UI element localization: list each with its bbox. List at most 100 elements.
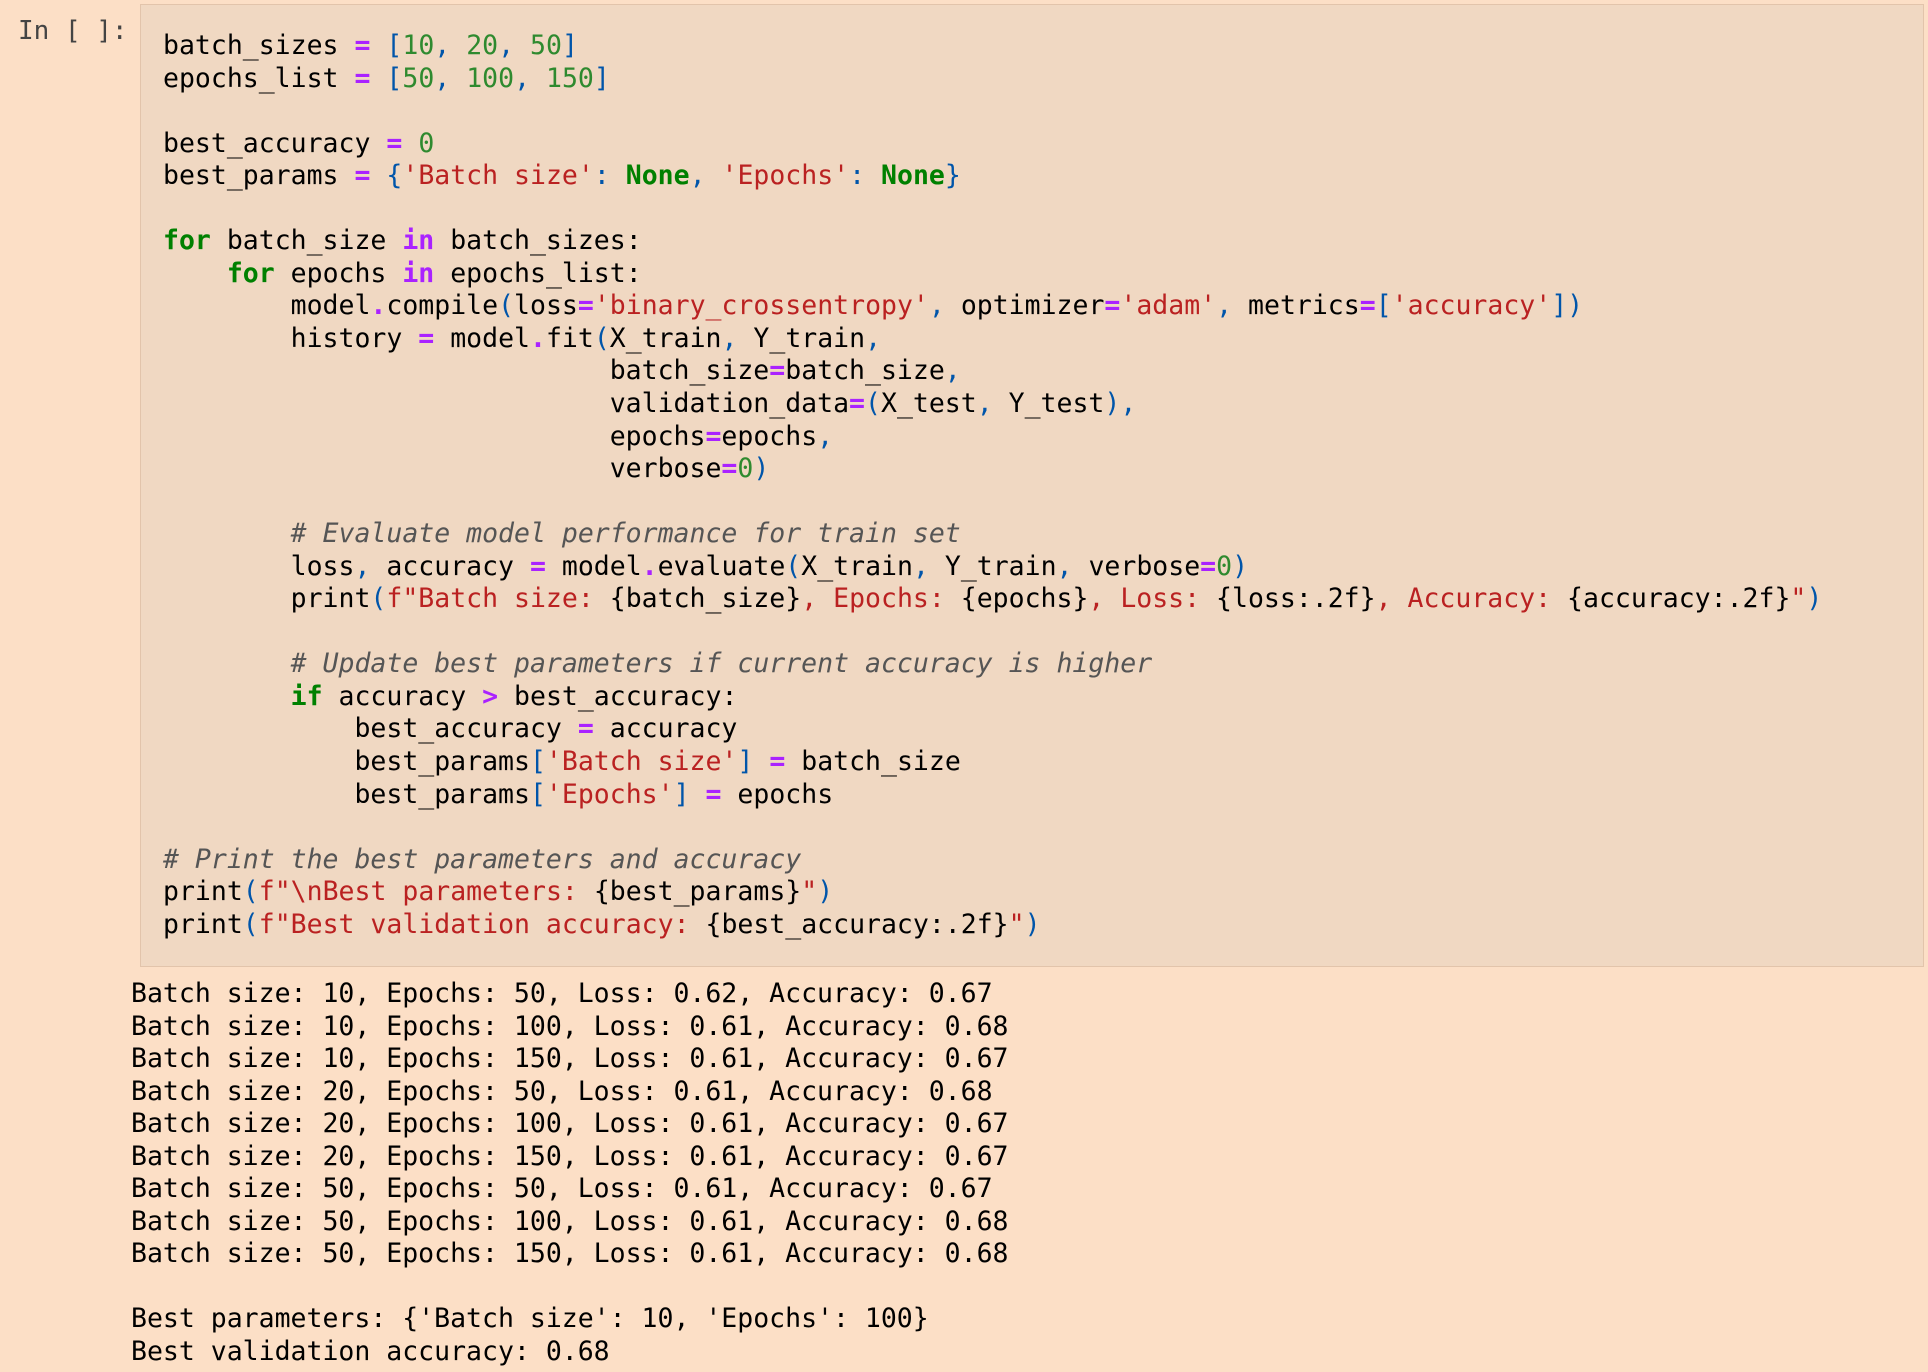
code-token: = <box>529 550 546 582</box>
code-token: print <box>163 908 243 940</box>
code-token: ( <box>242 908 259 940</box>
code-token: , Epochs: <box>801 583 961 615</box>
code-token: ] <box>561 30 578 61</box>
code-token: , <box>689 160 722 192</box>
code-token: for <box>226 257 275 289</box>
code-token: 50 <box>530 30 562 61</box>
code-token: best_accuracy: <box>498 680 738 712</box>
code-line: if accuracy > best_accuracy: <box>163 681 1822 714</box>
code-token: {best_params} <box>593 876 802 908</box>
code-token: } <box>944 160 961 192</box>
code-token: {best_accuracy:.2f} <box>705 908 1009 940</box>
code-token: Best parameters: <box>322 876 594 908</box>
code-token: : <box>593 160 626 192</box>
code-token: epochs <box>163 420 706 452</box>
code-token: { <box>386 160 403 192</box>
code-token: if <box>290 680 323 712</box>
code-token: : <box>849 160 882 192</box>
code-line: history = model.fit(X_train, Y_train, <box>163 323 1822 356</box>
code-token: history <box>163 322 419 354</box>
code-token: best_accuracy <box>163 713 578 745</box>
code-token: [ <box>529 778 546 810</box>
code-line: print(f"Batch size: {batch_size}, Epochs… <box>163 583 1823 616</box>
code-line: # Print the best parameters and accuracy <box>163 844 1822 877</box>
output-line: Batch size: 50, Epochs: 100, Loss: 0.61,… <box>131 1205 1009 1237</box>
code-token: {batch_size} <box>609 583 802 615</box>
code-line: loss, accuracy = model.evaluate(X_train,… <box>163 551 1822 584</box>
code-line: epochs=epochs, <box>163 421 1822 454</box>
code-token: 0 <box>418 127 435 159</box>
code-token: 50 <box>402 62 435 94</box>
code-token: ] <box>737 746 754 778</box>
code-token: , <box>865 322 882 354</box>
code-token: . <box>641 550 658 582</box>
code-token: Y_train <box>753 322 866 354</box>
code-line: print(f"Best validation accuracy: {best_… <box>163 909 1822 942</box>
code-token: {accuracy:.2f} <box>1567 583 1791 615</box>
code-token: ( <box>785 550 802 582</box>
code-line: for batch_size in batch_sizes: <box>163 225 1822 258</box>
code-token: X_train <box>801 550 913 582</box>
code-cell-editor[interactable]: batch_sizes = [10, 20, 50] epochs_list = … <box>140 4 1924 967</box>
code-token: accuracy <box>593 713 738 745</box>
code-token: X_test <box>880 388 977 420</box>
code-line: batch_sizes = [10, 20, 50] <box>163 30 1822 63</box>
code-token: {epochs} <box>960 583 1089 615</box>
code-token: 'Batch size' <box>545 746 738 778</box>
code-token: = <box>705 778 722 810</box>
code-token: 'accuracy' <box>1391 290 1552 322</box>
code-token: 'adam' <box>1120 290 1217 322</box>
code-token: batch_size <box>163 355 770 387</box>
code-token: in <box>402 257 435 289</box>
code-token: ( <box>370 583 387 615</box>
code-token: ) <box>817 876 834 908</box>
code-token: epochs_list <box>163 62 355 94</box>
code-token: ( <box>865 388 881 420</box>
code-token: print <box>163 583 371 615</box>
code-token: = <box>769 746 786 778</box>
code-token: f"Batch size: <box>386 583 610 615</box>
code-line: epochs_list = [50, 100, 150] <box>163 63 1822 96</box>
code-token: validation_data <box>163 388 850 420</box>
code-line: best_params = {'Batch size': None, 'Epoc… <box>163 160 1822 193</box>
code-block[interactable]: batch_sizes = [10, 20, 50] epochs_list = … <box>163 30 1822 941</box>
code-token: , <box>354 550 387 582</box>
code-token: , <box>944 355 961 387</box>
code-token: epochs <box>274 257 403 289</box>
code-token: \n <box>290 876 323 908</box>
code-token: verbose <box>163 453 722 485</box>
code-token: verbose <box>1088 550 1201 582</box>
code-token: = <box>354 160 371 192</box>
code-token: in <box>402 225 435 257</box>
code-token: model <box>434 322 530 354</box>
code-token: ) <box>1806 583 1823 615</box>
code-token: 'binary_crossentropy' <box>593 290 929 322</box>
code-token: best_params <box>163 746 530 778</box>
code-token: , <box>928 290 961 322</box>
code-token: " <box>1790 583 1807 615</box>
code-token: 100 <box>466 62 515 94</box>
code-token: [ <box>386 62 403 94</box>
code-token: = <box>354 30 371 61</box>
code-token: Y_test <box>1008 388 1105 420</box>
output-line: Batch size: 20, Epochs: 50, Loss: 0.61, … <box>131 1075 993 1107</box>
code-token: f"Best validation accuracy: <box>258 908 706 940</box>
output-line: Batch size: 10, Epochs: 50, Loss: 0.62, … <box>131 978 993 1009</box>
code-token: for <box>163 225 211 257</box>
code-token: loss <box>163 550 355 582</box>
code-line: model.compile(loss='binary_crossentropy'… <box>163 290 1822 323</box>
code-token: ), <box>1104 388 1137 420</box>
code-token: , <box>1216 290 1249 322</box>
code-token: # Update best parameters if current accu… <box>290 648 1153 680</box>
code-token: model <box>163 290 371 322</box>
code-token: ]) <box>1551 290 1584 322</box>
